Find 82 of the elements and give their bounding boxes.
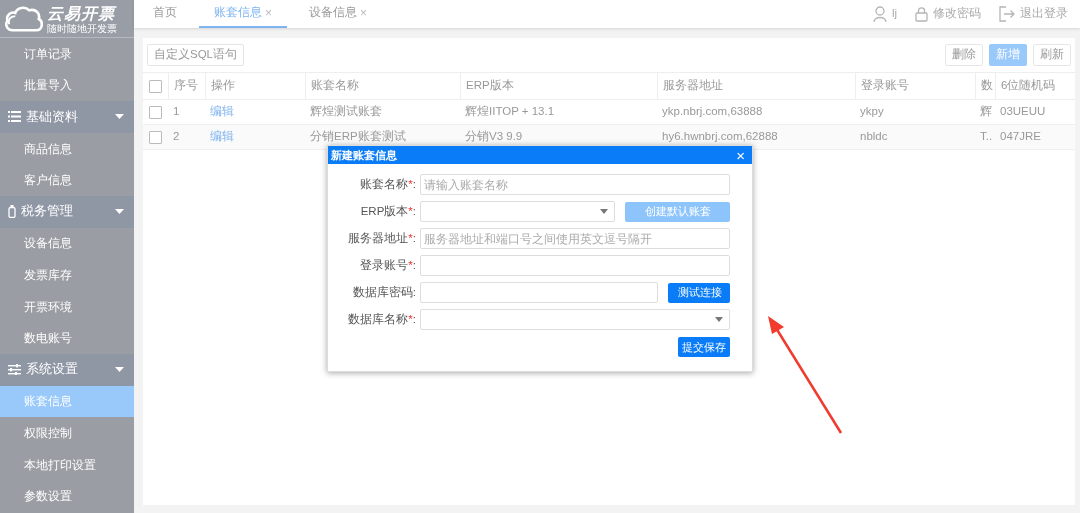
table-cell-text: T.. xyxy=(980,129,993,145)
logout-icon xyxy=(999,6,1015,22)
field-label: 登录账号*: xyxy=(360,257,416,273)
device-icon xyxy=(8,205,16,219)
header-link[interactable]: lj xyxy=(872,5,897,23)
caret-icon xyxy=(115,367,124,373)
table-cell-text: 分销V3 9.9 xyxy=(465,129,523,145)
sidebar-item[interactable]: 账套信息 xyxy=(0,385,134,418)
caret-icon xyxy=(115,209,124,215)
sidebar-group[interactable]: 基础资料 xyxy=(0,101,134,133)
caret-icon xyxy=(600,209,608,214)
column-header: 账套名称 xyxy=(311,78,359,94)
column-header: ERP版本 xyxy=(466,78,514,94)
logo-title: 云易开票 xyxy=(47,3,117,23)
group-label: 税务管理 xyxy=(21,203,74,221)
tab[interactable]: 设备信息 × xyxy=(301,0,375,28)
header-link-label: lj xyxy=(891,6,897,22)
field-label: 数据库密码: xyxy=(352,284,416,300)
cloud-icon xyxy=(4,4,44,33)
toolbar-button[interactable]: 删除 xyxy=(945,44,983,66)
select-field[interactable] xyxy=(420,201,615,222)
column-header: 登录账号 xyxy=(861,78,909,94)
table-cell-text: 辉煌测试账套 xyxy=(310,104,382,120)
user-icon xyxy=(872,6,887,22)
sidebar-group[interactable]: 税务管理 xyxy=(0,195,134,228)
table-cell-text: 047JRE xyxy=(1000,129,1041,145)
caret-icon xyxy=(115,114,124,120)
column-header: 操作 xyxy=(211,78,235,94)
group-label: 基础资料 xyxy=(26,108,79,126)
action-button[interactable]: 测试连接 xyxy=(668,282,730,303)
header-link[interactable]: 修改密码 xyxy=(915,5,981,23)
close-icon[interactable]: × xyxy=(360,4,367,22)
table-cell-text: 1 xyxy=(173,104,180,120)
table-cell-text: 分销ERP账套测试 xyxy=(310,129,406,145)
checkbox[interactable] xyxy=(149,105,162,119)
close-button[interactable]: × xyxy=(732,147,749,163)
edit-link[interactable]: 编辑 xyxy=(210,103,234,121)
tab-label: 首页 xyxy=(153,5,177,21)
checkbox[interactable] xyxy=(149,79,162,93)
table-cell-text: ykpy xyxy=(860,104,884,120)
table-cell-text: hy6.hwnbrj.com,62888 xyxy=(662,129,778,145)
input-field[interactable] xyxy=(420,282,658,303)
field-label: 账套名称*: xyxy=(360,176,416,192)
tab[interactable]: 账套信息 × xyxy=(199,0,287,28)
tab-label: 账套信息 xyxy=(214,5,262,21)
checkbox[interactable] xyxy=(149,130,162,144)
sidebar-group[interactable]: 系统设置 xyxy=(0,353,134,386)
header-link[interactable]: 退出登录 xyxy=(999,5,1068,23)
column-header: 序号 xyxy=(174,78,198,94)
select-field[interactable] xyxy=(420,309,730,330)
table-cell-text: 03UEUU xyxy=(1000,104,1046,120)
field-label: 数据库名称*: xyxy=(348,311,416,327)
sliders-icon xyxy=(8,364,21,376)
dialog-title: 新建账套信息 xyxy=(331,147,397,163)
column-header: 6位随机码 xyxy=(1001,78,1056,94)
logo-slogan: 随时随地开发票 xyxy=(47,22,117,34)
header-link-label: 修改密码 xyxy=(933,6,981,22)
column-header: 数 xyxy=(981,78,993,94)
table-cell-text: ykp.nbrj.com,63888 xyxy=(662,104,763,120)
table-cell-text: 辉 xyxy=(980,104,992,120)
header-link-label: 退出登录 xyxy=(1020,6,1068,22)
close-icon[interactable]: × xyxy=(265,4,272,22)
toolbar-button[interactable]: 新增 xyxy=(989,44,1027,66)
toolbar-button[interactable]: 刷新 xyxy=(1033,44,1071,66)
group-label: 系统设置 xyxy=(26,361,79,379)
table-cell-text: nbldc xyxy=(860,129,888,145)
edit-link[interactable]: 编辑 xyxy=(210,128,234,146)
sql-button[interactable]: 自定义SQL语句 xyxy=(147,44,244,66)
tab-label: 设备信息 xyxy=(309,5,357,21)
lock-icon xyxy=(915,6,928,22)
tab[interactable]: 首页 xyxy=(145,0,185,28)
column-header: 服务器地址 xyxy=(663,78,723,94)
field-label: 服务器地址*: xyxy=(348,230,416,246)
input-field[interactable]: 服务器地址和端口号之间使用英文逗号隔开 xyxy=(420,228,730,249)
table-cell-text: 2 xyxy=(173,129,180,145)
input-field[interactable]: 请输入账套名称 xyxy=(420,174,730,195)
list-icon xyxy=(8,111,21,123)
field-label: ERP版本*: xyxy=(360,203,416,219)
submit-button[interactable]: 提交保存 xyxy=(678,337,730,357)
caret-icon xyxy=(715,317,723,322)
input-field[interactable] xyxy=(420,255,730,276)
table-cell-text: 辉煌IITOP + 13.1 xyxy=(465,104,555,120)
